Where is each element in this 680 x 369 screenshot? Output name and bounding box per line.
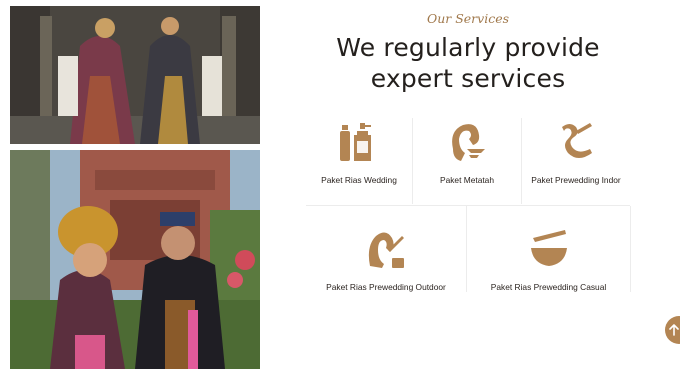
headline-line-1: We regularly provide (336, 33, 600, 62)
hair-beauty-icon (447, 119, 487, 163)
service-card-prewedding-casual[interactable]: Paket Rias Prewedding Casual (467, 226, 630, 292)
service-card-rias-wedding[interactable]: Paket Rias Wedding (306, 119, 412, 185)
arrow-up-icon (669, 324, 679, 336)
service-card-prewedding-outdoor[interactable]: Paket Rias Prewedding Outdoor (306, 226, 466, 292)
service-label: Paket Metatah (439, 175, 494, 185)
service-label: Paket Rias Wedding (321, 175, 397, 185)
grid-divider (306, 205, 630, 206)
hair-curl-icon (556, 119, 596, 163)
couple-temple-photo (10, 6, 260, 144)
headline-line-2: expert services (370, 64, 566, 93)
grid-divider (630, 206, 631, 292)
service-label: Paket Rias Prewedding Casual (490, 282, 607, 292)
scroll-to-top-button[interactable] (665, 316, 680, 344)
service-card-metatah[interactable]: Paket Metatah (413, 119, 521, 185)
mortar-pestle-icon (529, 226, 569, 270)
section-headline: We regularly provide expert services (306, 32, 630, 94)
couple-garden-photo (10, 150, 260, 369)
cosmetics-bottle-icon (339, 119, 379, 163)
service-label: Paket Prewedding Indor (531, 175, 621, 185)
section-eyebrow: Our Services (426, 11, 510, 26)
service-label: Paket Rias Prewedding Outdoor (326, 282, 446, 292)
hair-brush-woman-icon (366, 226, 406, 270)
service-card-prewedding-indor[interactable]: Paket Prewedding Indor (522, 119, 630, 185)
